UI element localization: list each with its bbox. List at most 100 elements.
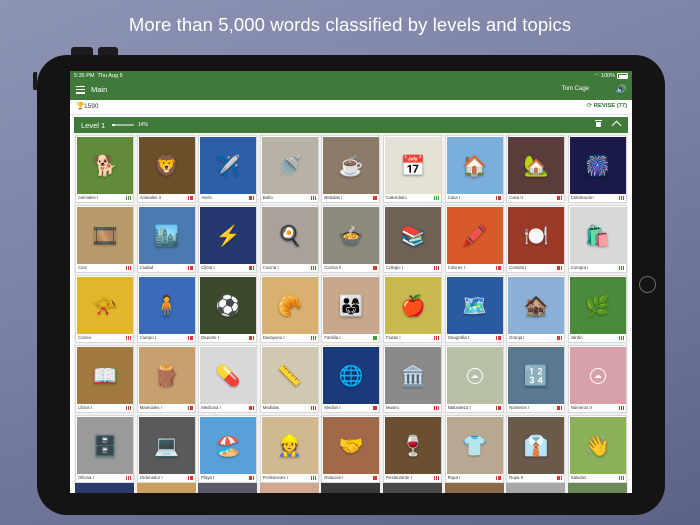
topic-thumbnail: 🥐 — [261, 277, 318, 334]
topic-tile[interactable]: ☁ Números II — [567, 345, 627, 413]
topic-tile[interactable]: 👕 Ropa I — [444, 415, 504, 483]
topic-tile[interactable]: 🍽️ Comida I — [506, 205, 566, 273]
level-header[interactable]: Level 1 14% — [74, 117, 628, 133]
topic-tile[interactable]: 🏚️ Granja I — [506, 275, 566, 343]
topic-tile[interactable]: 🍲 Cocina II — [321, 205, 381, 273]
topic-tile[interactable]: 👋 Saludos — [567, 415, 627, 483]
topic-label: Casa I — [447, 195, 460, 200]
revise-button[interactable]: ⟳ REVISE (77) — [587, 103, 627, 109]
topic-thumbnail: ☁ — [446, 347, 503, 404]
chevron-up-icon[interactable] — [611, 120, 622, 131]
topic-thumbnail: 🗺️ — [446, 277, 503, 334]
topic-tile-partial[interactable] — [75, 483, 134, 493]
topic-tile[interactable]: 🍎 Frutas I — [382, 275, 442, 343]
topic-tile[interactable]: 🦁 Animales II — [136, 135, 196, 203]
topic-status-dots — [311, 196, 316, 200]
topic-tile-partial[interactable] — [444, 483, 504, 493]
status-date: Thu Aug 5 — [97, 73, 123, 79]
user-name[interactable]: Tom Cage — [562, 86, 589, 92]
topic-label: Materiales I — [139, 405, 162, 410]
topic-tile[interactable]: 🧍 Cuerpo I — [136, 275, 196, 343]
topic-thumbnail: 👷 — [261, 417, 318, 474]
topic-tile-partial[interactable] — [567, 483, 627, 493]
topic-tile[interactable]: 🏖️ Playa I — [198, 415, 258, 483]
topic-label: Geografía I — [447, 335, 470, 340]
topic-thumbnail: 🌐 — [323, 347, 380, 404]
topic-tile[interactable]: 🏡 Casa II — [506, 135, 566, 203]
topic-tile[interactable]: 🥐 Desayuno I — [259, 275, 319, 343]
topic-tile[interactable]: ⚽ Deporte I — [198, 275, 258, 343]
topic-tile[interactable]: 🔢 Números I — [506, 345, 566, 413]
topic-tile[interactable]: 🚿 Baño — [259, 135, 319, 203]
topic-tile[interactable]: 🗄️ Oficina I — [75, 415, 134, 483]
topic-tile[interactable]: ⚡ Clima I — [198, 205, 258, 273]
hamburger-menu-icon[interactable] — [76, 86, 85, 94]
topic-tile[interactable]: 🐕 Animales I — [75, 135, 134, 203]
topic-status-dots — [249, 406, 255, 410]
topic-status-dots — [249, 336, 255, 340]
topic-thumbnail: 🖍️ — [446, 207, 503, 264]
topic-tile-partial[interactable] — [506, 483, 566, 493]
topic-image-icon: 👨‍👩‍👧 — [338, 295, 364, 317]
topic-tile[interactable]: 🏙️ Ciudad — [136, 205, 196, 273]
topic-tile-partial[interactable] — [136, 483, 196, 493]
topic-tile[interactable]: 💻 Ordenador I — [136, 415, 196, 483]
topic-tile[interactable]: 👷 Profesiones I — [259, 415, 319, 483]
topic-tile[interactable]: 📅 Calendario — [382, 135, 442, 203]
topic-tile[interactable]: 📚 Colegio I — [382, 205, 442, 273]
topic-image-icon: 🏛️ — [400, 365, 426, 387]
topic-tile[interactable]: 🤝 Relación I — [321, 415, 381, 483]
topic-tile[interactable]: 🍳 Cocina I — [259, 205, 319, 273]
topic-tile-partial[interactable] — [198, 483, 258, 493]
topic-label: Oficina I — [78, 475, 94, 480]
topic-tile[interactable]: 📖 Libros I — [75, 345, 134, 413]
trash-icon[interactable] — [595, 120, 602, 127]
topic-status-dots — [619, 336, 624, 340]
topic-tile[interactable]: ☕ Bebidas I — [321, 135, 381, 203]
topic-tile[interactable]: 🌐 Medios I — [321, 345, 381, 413]
topic-tile[interactable]: 🎆 Celebración — [567, 135, 627, 203]
topic-tile[interactable]: 🎞️ Cine — [75, 205, 134, 273]
topic-tile[interactable]: 🗺️ Geografía I — [444, 275, 504, 343]
topic-tile[interactable]: 💊 Medicina I — [198, 345, 258, 413]
topic-tile[interactable]: 🌿 Jardín — [567, 275, 627, 343]
topic-tile-partial[interactable] — [259, 483, 319, 493]
topic-thumbnail: 🌿 — [569, 277, 626, 334]
cloud-download-icon[interactable]: ☁ — [466, 367, 483, 384]
topic-tile[interactable]: 🖍️ Colores I — [444, 205, 504, 273]
topic-status-dots — [434, 196, 439, 200]
topic-tile[interactable]: 🍷 Restaurante I — [382, 415, 442, 483]
topic-tile[interactable]: 🏛️ Museo — [382, 345, 442, 413]
topic-image-icon: 👋 — [585, 435, 611, 457]
topic-tile[interactable]: ☁ Naturaleza I — [444, 345, 504, 413]
topic-thumbnail: 🏠 — [446, 137, 503, 194]
topic-tile[interactable]: 🏠 Casa I — [444, 135, 504, 203]
topic-tile[interactable]: 🪵 Materiales I — [136, 345, 196, 413]
topic-image-icon: 🏖️ — [215, 435, 241, 457]
topic-tile[interactable]: ✈️ Avión — [198, 135, 258, 203]
cloud-download-icon[interactable]: ☁ — [589, 367, 606, 384]
topic-tile[interactable]: 🛍️ Compra I — [567, 205, 627, 273]
topic-label: Números I — [509, 405, 529, 410]
topic-status-dots — [372, 336, 378, 340]
topic-thumbnail: 🏛️ — [384, 347, 441, 404]
topic-tile[interactable]: 👨‍👩‍👧 Familia I — [321, 275, 381, 343]
home-button[interactable] — [639, 276, 656, 293]
topic-label: Medios I — [324, 405, 341, 410]
topic-label: Profesiones I — [262, 475, 288, 480]
device-volume-button — [71, 47, 93, 55]
topic-status-dots — [372, 476, 378, 480]
topic-image-icon: 🗄️ — [92, 435, 118, 457]
topic-tile[interactable]: 📏 Medidas — [259, 345, 319, 413]
topic-status-dots — [495, 406, 501, 410]
speaker-icon[interactable]: 🔊 — [616, 84, 627, 95]
topic-image-icon: 🏚️ — [523, 295, 549, 317]
topic-label: Familia I — [324, 335, 341, 340]
topic-tile-partial[interactable] — [321, 483, 381, 493]
topic-tile[interactable]: 📯 Correo — [75, 275, 134, 343]
topic-thumbnail: 📚 — [384, 207, 441, 264]
topic-tile[interactable]: 👔 Ropa II — [506, 415, 566, 483]
topic-tile-partial[interactable] — [382, 483, 442, 493]
topic-thumbnail: 🍷 — [384, 417, 441, 474]
topic-thumbnail: 📅 — [384, 137, 441, 194]
